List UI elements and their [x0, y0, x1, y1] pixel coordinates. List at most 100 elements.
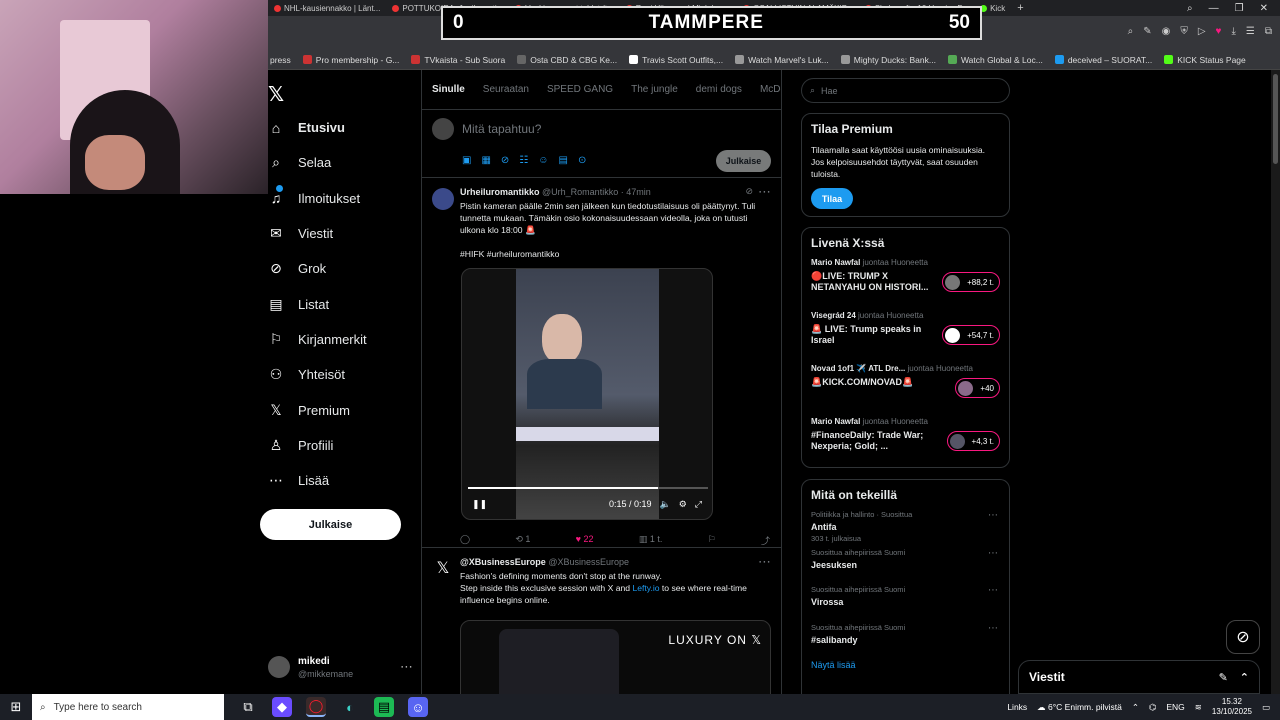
play-icon[interactable]: ▷: [1198, 26, 1206, 37]
live-item[interactable]: Novad 1of1 ✈️ ATL Dre... juontaa Huoneet…: [811, 364, 1000, 417]
nav-item-home[interactable]: ⌂ Etusivu: [268, 110, 418, 145]
nav-item-more[interactable]: ⋯ Lisää: [268, 463, 418, 498]
bookmark[interactable]: Mighty Ducks: Bank...: [840, 55, 936, 65]
bookmark[interactable]: Travis Scott Outfits,...: [629, 55, 723, 65]
more-icon[interactable]: ⋯: [400, 659, 413, 675]
chevron-up-icon[interactable]: ⌃: [1132, 702, 1139, 713]
x-logo-icon[interactable]: 𝕏: [268, 82, 284, 107]
bookmark[interactable]: press: [270, 55, 291, 65]
more-icon[interactable]: ⋯: [988, 548, 998, 559]
grok-icon[interactable]: ⊘: [745, 186, 753, 197]
opera-icon[interactable]: ◯: [306, 697, 326, 717]
compose-post-button[interactable]: Julkaise: [716, 150, 771, 172]
bookmark[interactable]: KICK Status Page: [1164, 55, 1246, 65]
weather-widget[interactable]: ☁ 6°C Enimm. pilvistä: [1037, 702, 1122, 713]
new-message-icon[interactable]: ✎: [1219, 671, 1228, 684]
nav-item-communities[interactable]: ⚇ Yhteisöt: [268, 357, 418, 392]
nav-item-premium[interactable]: 𝕏 Premium: [268, 392, 418, 427]
nav-item-bookmarks[interactable]: ⚐ Kirjanmerkit: [268, 322, 418, 357]
nav-item-notifications[interactable]: ♫ Ilmoitukset: [268, 181, 418, 216]
tab-speed-gang[interactable]: SPEED GANG: [547, 84, 613, 95]
task-view-icon[interactable]: ⧉: [238, 697, 258, 717]
camera-icon[interactable]: ◉: [1162, 26, 1171, 37]
app-icon[interactable]: ◆: [272, 697, 292, 717]
share-icon[interactable]: ⤴: [761, 534, 770, 547]
search-tabs-icon[interactable]: ⌕: [1187, 3, 1193, 14]
live-item[interactable]: Visegrád 24 juontaa Huoneetta 🚨 LIVE: Tr…: [811, 311, 1000, 364]
subscribe-button[interactable]: Tilaa: [811, 188, 853, 209]
video-player[interactable]: ❚❚ 0:15 / 0:19 🔈 ⚙ ⤢: [461, 268, 713, 520]
like-button[interactable]: ♥ 22: [576, 534, 594, 547]
tweet-link[interactable]: Lefty.io: [632, 583, 659, 593]
volume-icon[interactable]: 🔈: [660, 499, 671, 510]
nav-item-explore[interactable]: ⌕ Selaa: [268, 145, 418, 180]
tab-for-you[interactable]: Sinulle: [432, 84, 465, 95]
pause-icon[interactable]: ❚❚: [472, 499, 487, 510]
grok-icon[interactable]: ⊘: [1226, 620, 1260, 654]
tab-mcdonal[interactable]: McDonal: [760, 84, 781, 95]
bookmark[interactable]: Watch Global & Loc...: [947, 55, 1043, 65]
wifi-icon[interactable]: ≋: [1195, 702, 1202, 713]
image-icon[interactable]: ▣: [462, 155, 471, 166]
zoom-icon[interactable]: ⌕: [1128, 26, 1134, 37]
compose-input[interactable]: Mitä tapahtuu?: [462, 122, 541, 136]
notifications-icon[interactable]: ▭: [1262, 702, 1270, 713]
fullscreen-icon[interactable]: ⤢: [695, 499, 702, 510]
more-icon[interactable]: ⋯: [988, 585, 998, 596]
bookmark[interactable]: Pro membership - G...: [302, 55, 399, 65]
reply-icon[interactable]: ◯: [460, 534, 470, 547]
live-item[interactable]: Mario Nawfal juontaa Huoneetta #FinanceD…: [811, 417, 1000, 470]
heart-icon[interactable]: ♥: [1216, 26, 1222, 37]
author-name[interactable]: Urheiluromantikko: [460, 187, 540, 197]
tab-the-jungle[interactable]: The jungle: [631, 84, 678, 95]
clock[interactable]: 15.32 13/10/2025: [1212, 697, 1252, 717]
discord-icon[interactable]: ☺: [408, 697, 428, 717]
tweet[interactable]: Urheiluromantikko @Urh_Romantikko · 47mi…: [422, 178, 781, 548]
edit-icon[interactable]: ✎: [1143, 26, 1151, 37]
shield-icon[interactable]: ⛨: [1180, 26, 1188, 37]
language-indicator[interactable]: ENG: [1166, 702, 1184, 712]
live-item[interactable]: Mario Nawfal juontaa Huoneetta 🔴LIVE: TR…: [811, 258, 1000, 311]
tab-following[interactable]: Seuraatan: [483, 84, 529, 95]
network-icon[interactable]: ⌬: [1149, 702, 1156, 713]
expand-icon[interactable]: ⌃: [1240, 671, 1249, 684]
retweet-button[interactable]: ⟲ 1: [515, 534, 530, 547]
nav-item-profile[interactable]: ♙ Profiili: [268, 428, 418, 463]
new-tab-icon[interactable]: +: [1017, 2, 1023, 14]
spotify-icon[interactable]: ▤: [374, 697, 394, 717]
nav-item-messages[interactable]: ✉ Viestit: [268, 216, 418, 251]
menu-icon[interactable]: ☰: [1246, 26, 1255, 37]
bookmark[interactable]: Osta CBD & CBG Ke...: [517, 55, 617, 65]
emoji-icon[interactable]: ☺: [538, 155, 548, 166]
bookmark[interactable]: Watch Marvel's Luk...: [735, 55, 829, 65]
nav-item-grok[interactable]: ⊘ Grok: [268, 251, 418, 286]
nav-item-lists[interactable]: ▤ Listat: [268, 286, 418, 321]
more-icon[interactable]: ⋯: [988, 510, 998, 521]
account-switcher[interactable]: mikedi @mikkemane ⋯: [268, 652, 413, 682]
trend-item[interactable]: Suosittua aihepiirissä Suomi #salibandy …: [811, 623, 1000, 661]
promo-image[interactable]: LUXURY ON 𝕏: [460, 620, 771, 694]
windows-start-icon[interactable]: ⊞: [0, 699, 32, 715]
views-button[interactable]: ▥ 1 t.: [639, 534, 663, 547]
show-more-link[interactable]: Näytä lisää: [811, 660, 1000, 670]
bookmark[interactable]: deceived – SUORAT...: [1054, 55, 1152, 65]
post-button[interactable]: Julkaise: [260, 509, 401, 540]
more-icon[interactable]: ⋯: [758, 554, 771, 570]
browser-tab[interactable]: NHL-kausiennakko | Länt...: [268, 4, 386, 13]
more-icon[interactable]: ⋯: [988, 623, 998, 634]
more-icon[interactable]: ⋯: [758, 184, 771, 200]
links-toolbar[interactable]: Links: [1007, 702, 1027, 712]
scrollbar[interactable]: [1271, 70, 1280, 694]
grok-icon[interactable]: ⊘: [501, 155, 509, 166]
author-name[interactable]: @XBusinessEurope: [460, 557, 546, 567]
location-icon[interactable]: ⊙: [578, 155, 586, 166]
edge-icon[interactable]: ◐: [340, 697, 360, 717]
bookmark[interactable]: TVkaista - Sub Suora: [411, 55, 505, 65]
search-input[interactable]: ⌕ Hae: [801, 78, 1010, 103]
gif-icon[interactable]: ▦: [481, 155, 490, 166]
close-icon[interactable]: ✕: [1260, 3, 1268, 14]
trend-item[interactable]: Suosittua aihepiirissä Suomi Virossa ⋯: [811, 585, 1000, 623]
tweet[interactable]: 𝕏 @XBusinessEurope @XBusinessEurope ⋯ Fa…: [422, 548, 781, 694]
trend-item[interactable]: Suosittua aihepiirissä Suomi Jeesuksen ⋯: [811, 548, 1000, 586]
settings-icon[interactable]: ⚙: [679, 499, 687, 510]
